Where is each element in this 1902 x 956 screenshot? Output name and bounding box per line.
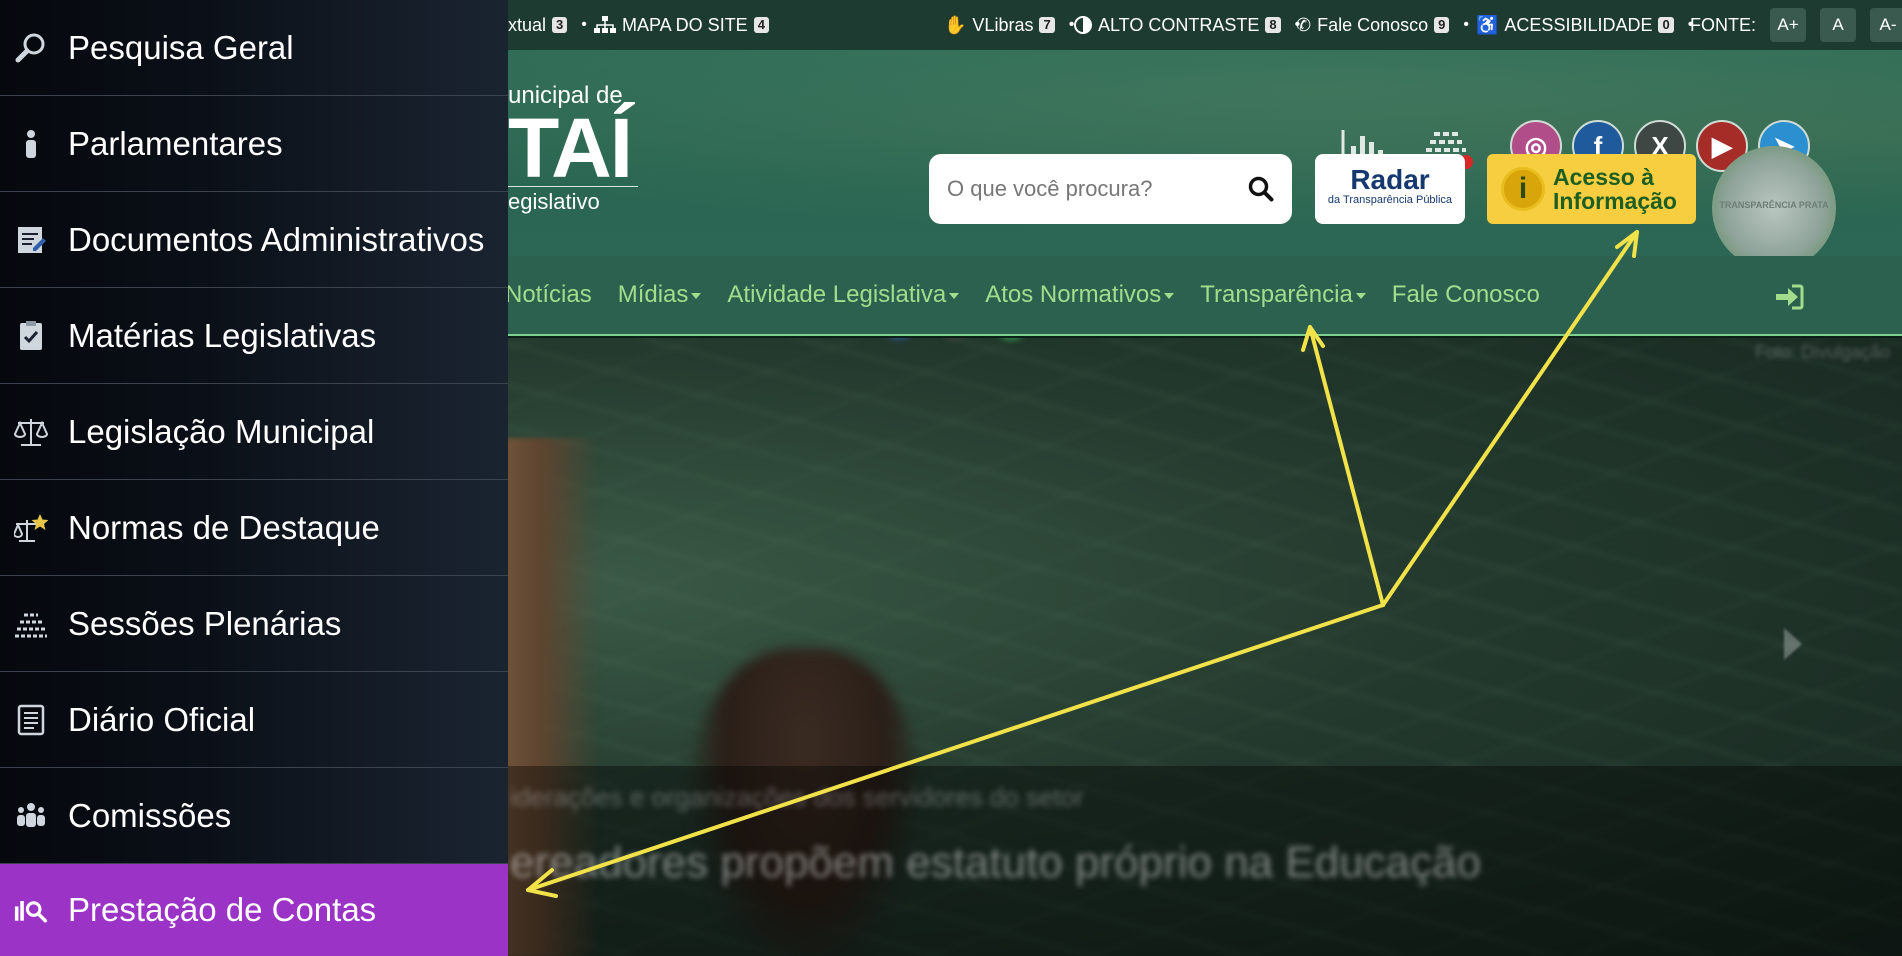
seal-text: TRANSPARÊNCIA PRATA — [1719, 200, 1829, 210]
font-label: FONTE: — [1690, 14, 1756, 35]
sidebar-item-normas-de-destaque[interactable]: Normas de Destaque — [0, 480, 508, 576]
shortcut-key: 0 — [1658, 17, 1674, 33]
sidebar-item-parlamentares[interactable]: Parlamentares — [0, 96, 508, 192]
topbar-item-contact[interactable]: ✆ Fale Conosco 9 • — [1296, 15, 1477, 36]
caret-down-icon — [691, 292, 702, 299]
topbar-item-label: VLibras — [972, 14, 1034, 35]
separator-dot: • — [1463, 16, 1469, 33]
hero-subtitle: iderações e organizações dos servidores … — [510, 782, 1084, 812]
newspaper-icon — [14, 703, 48, 737]
radar-subtitle: da Transparência Pública — [1327, 194, 1453, 206]
sidebar-item-diario-oficial[interactable]: Diário Oficial — [0, 672, 508, 768]
access-label-line-2: Informação — [1553, 188, 1677, 214]
topbar-item-label: Fale Conosco — [1317, 14, 1429, 35]
topbar-item-sitemap[interactable]: MAPA DO SITE 4 — [594, 15, 769, 36]
nav-item-midias[interactable]: Mídias — [618, 281, 702, 309]
sidebar-item-sessoes-plenarias[interactable]: Sessões Plenárias — [0, 576, 508, 672]
font-decrease-button[interactable]: A- — [1870, 8, 1902, 42]
checklist-icon — [14, 319, 48, 353]
sidebar-item-label: Documentos Administrativos — [68, 220, 485, 258]
nav-item-label: Mídias — [617, 281, 689, 308]
login-icon[interactable] — [1774, 284, 1804, 310]
topbar-item-accessibility[interactable]: ♿ ACESSIBILIDADE 0 • — [1476, 15, 1701, 36]
search-input[interactable] — [947, 176, 1248, 202]
sidebar-item-prestacao-de-contas[interactable]: Prestação de Contas — [0, 864, 508, 956]
side-menu: Pesquisa Geral Parlamentares Documentos … — [0, 0, 508, 956]
nav-item-fale-conosco[interactable]: Fale Conosco — [1392, 281, 1540, 309]
hero-headline[interactable]: ereadores propõem estatuto próprio na Ed… — [510, 838, 1481, 888]
topbar-item-label: ALTO CONTRASTE — [1098, 14, 1260, 35]
access-label-line-1: Acesso à — [1553, 164, 1655, 190]
nav-item-label: Fale Conosco — [1391, 281, 1540, 308]
font-reset-button[interactable]: A — [1820, 8, 1856, 42]
sidebar-item-label: Diário Oficial — [68, 700, 256, 738]
font-size-controls: FONTE: A+ A A- — [1690, 8, 1902, 42]
photo-credit: Foto: Divulgação — [1754, 342, 1890, 362]
sidebar-item-comissoes[interactable]: Comissões — [0, 768, 508, 864]
scales-icon — [14, 415, 48, 449]
nav-item-atos-normativos[interactable]: Atos Normativos — [985, 281, 1175, 309]
transparency-seal: TRANSPARÊNCIA PRATA — [1712, 146, 1836, 256]
caret-down-icon — [1164, 292, 1175, 299]
access-to-information-button[interactable]: i Acesso à Informação — [1487, 154, 1696, 224]
topbar-item-label: xtual — [508, 14, 547, 35]
hand-icon: ✋ — [944, 14, 967, 35]
search-icon[interactable] — [1248, 176, 1274, 202]
shortcut-key: 4 — [753, 17, 769, 33]
contrast-icon — [1074, 16, 1092, 34]
access-to-information-label: Acesso à Informação — [1553, 165, 1677, 213]
sidebar-item-label: Pesquisa Geral — [68, 28, 294, 66]
nav-item-label: Notícias — [505, 281, 592, 308]
scales-star-icon — [14, 511, 48, 545]
topbar-item-contrast[interactable]: ALTO CONTRASTE 8 • — [1074, 15, 1308, 36]
caret-down-icon — [949, 292, 960, 299]
nav-item-label: Transparência — [1200, 281, 1353, 308]
person-icon — [14, 127, 48, 161]
topbar-item-contextual[interactable]: xtual 3 • — [508, 15, 595, 36]
topbar-item-label: ACESSIBILIDADE — [1504, 14, 1653, 35]
separator-dot: • — [581, 16, 587, 33]
font-increase-button[interactable]: A+ — [1770, 8, 1806, 42]
sidebar-item-legislacao-municipal[interactable]: Legislação Municipal — [0, 384, 508, 480]
document-edit-icon — [14, 223, 48, 257]
sidebar-item-label: Matérias Legislativas — [68, 316, 377, 354]
plenary-icon — [14, 607, 48, 641]
search-icon — [14, 31, 48, 65]
info-icon: i — [1501, 167, 1545, 211]
radar-transparency-button[interactable]: Radar da Transparência Pública — [1315, 154, 1465, 224]
sidebar-item-label: Sessões Plenárias — [68, 604, 342, 642]
sidebar-item-label: Comissões — [68, 796, 232, 834]
nav-item-noticias[interactable]: Notícias — [505, 281, 592, 309]
nav-item-atividade-legislativa[interactable]: Atividade Legislativa — [727, 281, 960, 309]
topbar-item-vlibras[interactable]: ✋ VLibras 7 • — [944, 15, 1082, 36]
search-box — [929, 154, 1292, 224]
accounts-search-icon — [14, 893, 48, 927]
nav-item-label: Atos Normativos — [985, 281, 1162, 308]
sidebar-item-documentos-administrativos[interactable]: Documentos Administrativos — [0, 192, 508, 288]
topbar-item-label: MAPA DO SITE — [622, 14, 748, 35]
nav-item-transparencia[interactable]: Transparência — [1200, 281, 1366, 309]
sidebar-item-pesquisa-geral[interactable]: Pesquisa Geral — [0, 0, 508, 96]
sidebar-item-label: Normas de Destaque — [68, 508, 380, 546]
sidebar-item-materias-legislativas[interactable]: Matérias Legislativas — [0, 288, 508, 384]
nav-item-label: Atividade Legislativa — [727, 281, 947, 308]
shortcut-key: 9 — [1434, 17, 1450, 33]
sidebar-item-label: Parlamentares — [68, 124, 283, 162]
site-logo[interactable]: unicipal de TAÍ egislativo — [508, 82, 638, 215]
radar-title: Radar — [1350, 164, 1430, 195]
wheelchair-icon: ♿ — [1476, 14, 1499, 35]
group-icon — [14, 799, 48, 833]
caret-down-icon — [1355, 292, 1366, 299]
next-slide-icon[interactable] — [1784, 628, 1802, 660]
sitemap-icon — [594, 16, 616, 33]
phone-icon: ✆ — [1296, 14, 1312, 35]
shortcut-key: 7 — [1039, 17, 1055, 33]
shortcut-key: 8 — [1265, 17, 1281, 33]
sidebar-item-label: Prestação de Contas — [68, 891, 377, 928]
shortcut-key: 3 — [552, 17, 568, 33]
logo-line-2: TAÍ — [508, 101, 633, 195]
sidebar-item-label: Legislação Municipal — [68, 412, 375, 450]
